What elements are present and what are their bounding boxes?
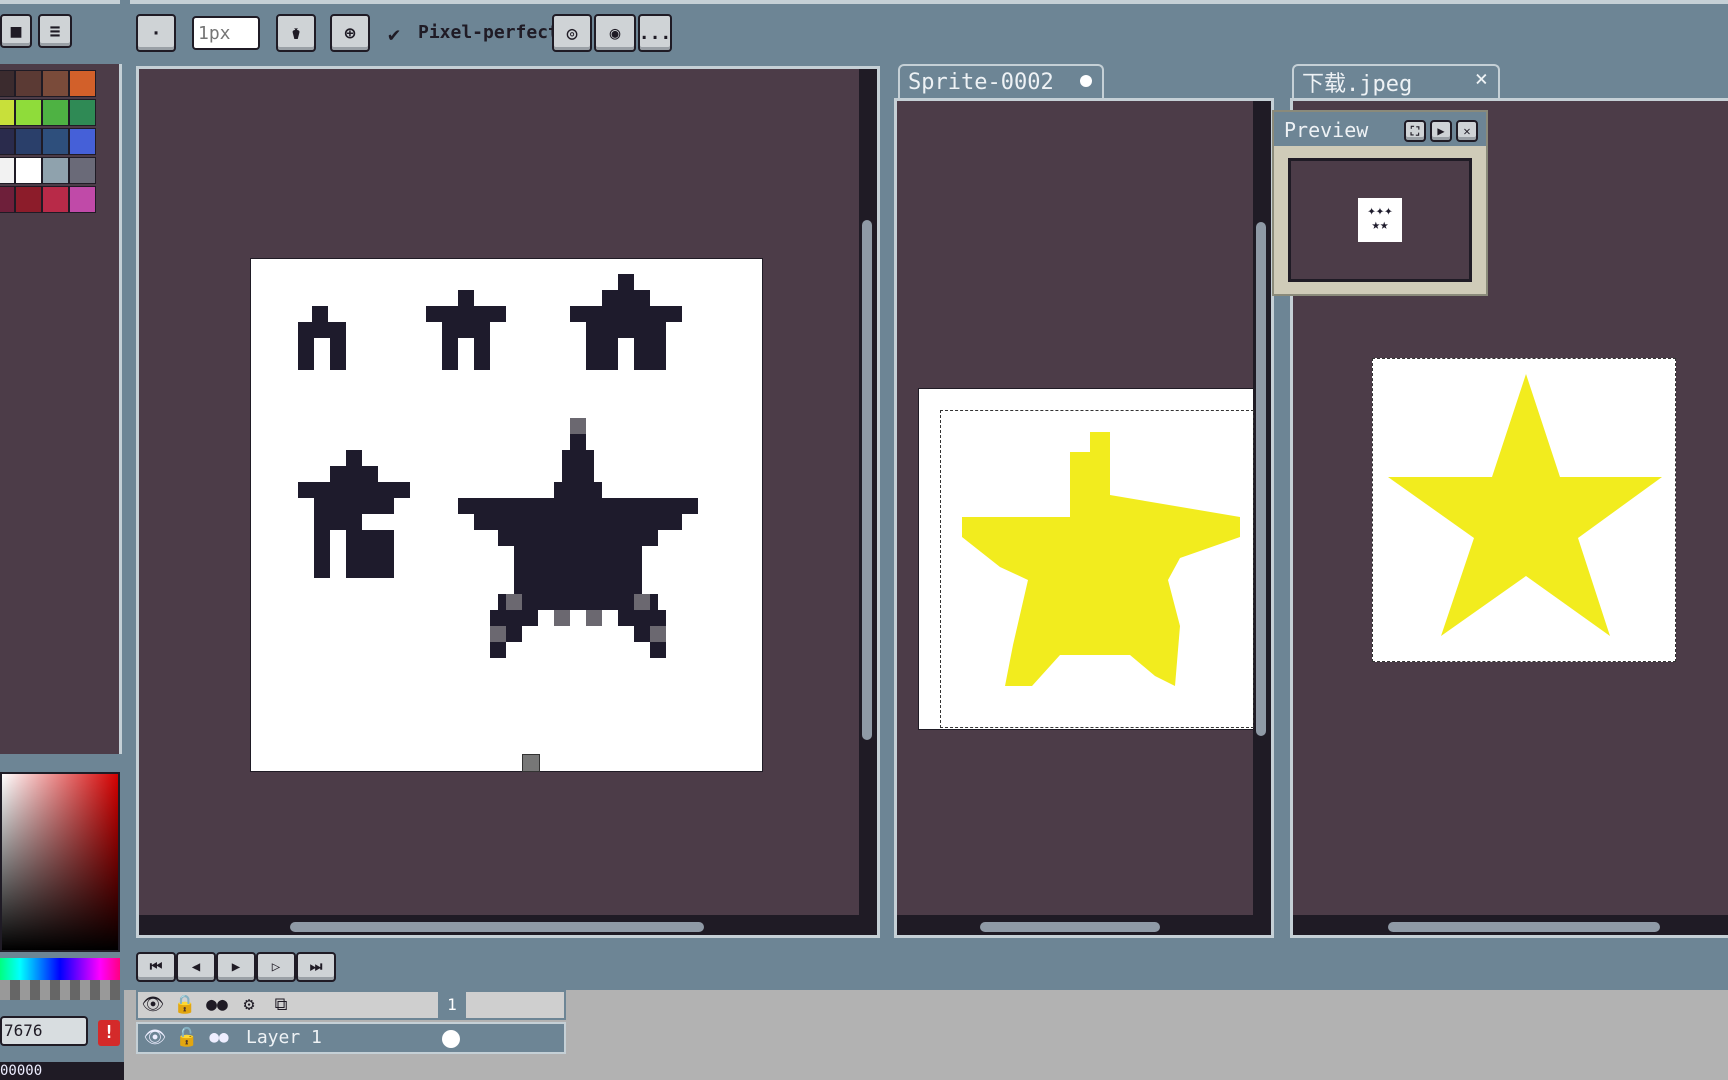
layer-row[interactable]: 👁 🔓 ●● Layer 1	[136, 1022, 566, 1054]
layer-settings-icon[interactable]: ⚙	[234, 994, 264, 1015]
frame-number[interactable]: 1	[438, 992, 466, 1018]
cel-dot-icon[interactable]	[442, 1030, 460, 1048]
preview-thumbnail: ✦✦✦ ★★	[1358, 198, 1402, 242]
timeline-controls: ⏮ ◀ ▶ ▷ ⏭	[124, 946, 1728, 990]
last-frame-icon[interactable]: ⏭	[296, 952, 336, 982]
link-cels-icon[interactable]: ⧉	[266, 994, 296, 1015]
next-frame-icon[interactable]: ▷	[256, 952, 296, 982]
layer-lock-icon[interactable]: 🔓	[172, 1027, 202, 1048]
layer-name[interactable]: Layer 1	[246, 1027, 322, 1048]
lock-header-icon[interactable]: 🔒	[170, 994, 200, 1015]
preview-expand-icon[interactable]: ⛶	[1404, 120, 1426, 142]
play-icon[interactable]: ▶	[216, 952, 256, 982]
timeline-panel: 👁 🔒 ●● ⚙ ⧉ 1 👁 🔓 ●● Layer 1	[124, 990, 1728, 1080]
preview-window[interactable]: Preview ⛶ ▶ ✕ ✦✦✦ ★★	[1272, 110, 1488, 296]
visibility-header-icon[interactable]: 👁	[138, 994, 168, 1015]
preview-close-icon[interactable]: ✕	[1456, 120, 1478, 142]
preview-title: Preview	[1284, 118, 1369, 142]
layer-visibility-icon[interactable]: 👁	[140, 1027, 170, 1048]
preview-play-icon[interactable]: ▶	[1430, 120, 1452, 142]
first-frame-icon[interactable]: ⏮	[136, 952, 176, 982]
prev-frame-icon[interactable]: ◀	[176, 952, 216, 982]
continuous-header-icon[interactable]: ●●	[202, 994, 232, 1015]
layer-continuous-icon[interactable]: ●●	[204, 1027, 234, 1046]
